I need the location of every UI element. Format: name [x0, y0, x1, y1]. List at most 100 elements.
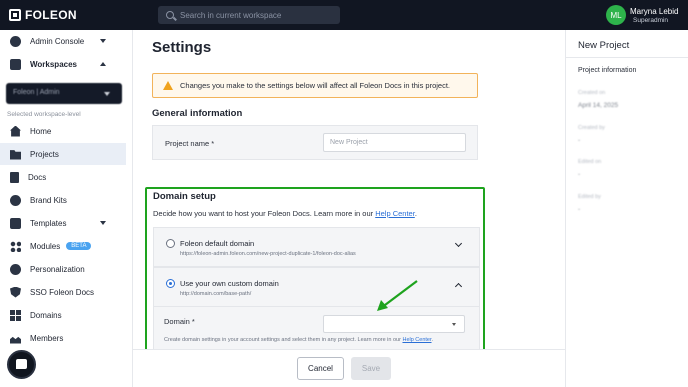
- chevron-down-icon: [100, 39, 106, 43]
- top-bar: FOLEON Search in current workspace ML Ma…: [0, 0, 688, 30]
- option-custom-title: Use your own custom domain: [180, 279, 279, 288]
- created-by-value: -: [578, 137, 581, 144]
- user-role: Superadmin: [633, 16, 669, 24]
- domain-help-text-end: .: [431, 337, 434, 343]
- sidebar-item-projects[interactable]: Projects: [0, 143, 126, 165]
- sidebar-item-label: Docs: [28, 172, 47, 182]
- sidebar-item-members[interactable]: Members: [0, 327, 126, 349]
- sidebar-item-brand-kits[interactable]: Brand Kits: [0, 189, 126, 211]
- sidebar-item-label: SSO Foleon Docs: [30, 287, 95, 297]
- workspaces-icon: [10, 58, 21, 70]
- created-on-label: Created on: [578, 90, 606, 96]
- option-default-title: Foleon default domain: [180, 239, 255, 248]
- foleon-logo[interactable]: FOLEON: [9, 8, 77, 22]
- modules-icon: [10, 240, 21, 252]
- panel-divider: [566, 57, 688, 58]
- sidebar-item-docs[interactable]: Docs: [0, 166, 126, 188]
- help-center-link-2[interactable]: Help Center: [402, 337, 431, 343]
- chevron-down-icon: [100, 221, 106, 225]
- edited-by-label: Edited by: [578, 194, 601, 200]
- sidebar-item-label: Members: [30, 333, 64, 343]
- foleon-logo-icon: [9, 9, 21, 21]
- gear-icon: [10, 35, 21, 47]
- workspace-level-label: Selected workspace-level: [7, 111, 81, 118]
- beta-badge: BETA: [66, 242, 92, 250]
- search-input[interactable]: Search in current workspace: [158, 6, 340, 24]
- panel-subtitle: Project information: [578, 67, 637, 74]
- project-name-placeholder: New Project: [330, 139, 368, 146]
- option-default-domain[interactable]: Foleon default domain https://foleon-adm…: [153, 227, 480, 267]
- workspace-select[interactable]: Foleon | Admin: [6, 83, 122, 104]
- domain-setup-heading: Domain setup: [153, 191, 216, 202]
- project-info-panel: New Project Project information Created …: [565, 30, 688, 387]
- project-name-label: Project name *: [165, 139, 215, 148]
- cancel-button[interactable]: Cancel: [297, 357, 344, 380]
- page-title: Settings: [152, 39, 212, 56]
- domains-icon: [10, 309, 21, 321]
- domain-subtitle-text: Decide how you want to host your Foleon …: [153, 209, 376, 218]
- sidebar-item-label: Brand Kits: [30, 195, 67, 205]
- template-icon: [10, 217, 21, 229]
- chevron-down-icon: [104, 92, 110, 96]
- help-center-link[interactable]: Help Center: [375, 209, 415, 218]
- created-by-label: Created by: [578, 125, 605, 131]
- chat-launcher-button[interactable]: [7, 350, 36, 379]
- radio-custom-domain[interactable]: [166, 279, 175, 288]
- option-divider: [154, 306, 479, 307]
- chevron-down-icon[interactable]: [454, 239, 463, 248]
- main-content: Settings Changes you make to the setting…: [133, 30, 565, 387]
- sidebar-item-modules[interactable]: Modules BETA: [0, 235, 126, 257]
- save-button[interactable]: Save: [351, 357, 391, 380]
- general-information-heading: General information: [152, 108, 243, 119]
- sidebar-item-label: Workspaces: [30, 59, 77, 69]
- sidebar-item-label: Personalization: [30, 264, 85, 274]
- sidebar-item-label: Domains: [30, 310, 62, 320]
- sidebar: Admin Console Workspaces Foleon | Admin …: [0, 30, 133, 387]
- warning-banner: Changes you make to the settings below w…: [152, 73, 478, 98]
- user-name: Maryna Lebid: [630, 6, 679, 16]
- domain-setup-subtitle: Decide how you want to host your Foleon …: [153, 209, 417, 218]
- sidebar-item-label: Templates: [30, 218, 67, 228]
- general-information-card: Project name * New Project: [152, 125, 478, 160]
- logo-text: FOLEON: [25, 8, 77, 22]
- avatar: ML: [606, 5, 626, 25]
- doc-icon: [10, 171, 19, 183]
- option-default-url: https://foleon-admin.foleon.com/new-proj…: [180, 251, 356, 257]
- search-placeholder: Search in current workspace: [180, 10, 282, 20]
- edited-on-value: -: [578, 171, 581, 178]
- sidebar-item-personalization[interactable]: Personalization: [0, 258, 126, 280]
- edited-on-label: Edited on: [578, 159, 602, 165]
- sidebar-item-home[interactable]: Home: [0, 120, 126, 142]
- warning-text: Changes you make to the settings below w…: [180, 81, 450, 90]
- chevron-down-icon: [452, 323, 456, 326]
- domain-field-label: Domain *: [164, 317, 195, 326]
- edited-by-value: -: [578, 206, 581, 213]
- person-icon: [10, 263, 21, 275]
- project-name-field[interactable]: New Project: [323, 133, 466, 152]
- shield-icon: [10, 286, 21, 298]
- footer-actions: Cancel Save: [133, 349, 565, 387]
- workspace-select-value: Foleon | Admin: [13, 89, 60, 96]
- sidebar-item-label: Modules: [30, 241, 61, 251]
- option-custom-url: http://domain.com/base-path/: [180, 291, 252, 297]
- chevron-up-icon[interactable]: [454, 282, 463, 291]
- sidebar-item-domains[interactable]: Domains: [0, 304, 126, 326]
- sidebar-item-sso[interactable]: SSO Foleon Docs: [0, 281, 126, 303]
- sidebar-item-label: Home: [30, 126, 52, 136]
- sidebar-admin-console[interactable]: Admin Console: [0, 30, 126, 52]
- home-icon: [10, 125, 21, 137]
- search-icon: [166, 11, 174, 19]
- sidebar-item-label: Admin Console: [30, 36, 85, 46]
- annotation-arrow-icon: [377, 280, 418, 311]
- created-on-value: April 14, 2025: [578, 102, 619, 109]
- warning-icon: [163, 81, 173, 90]
- sidebar-item-templates[interactable]: Templates: [0, 212, 126, 234]
- sidebar-item-label: Projects: [30, 149, 59, 159]
- radio-default-domain[interactable]: [166, 239, 175, 248]
- folder-icon: [10, 150, 21, 160]
- user-menu[interactable]: ML Maryna Lebid Superadmin: [606, 5, 678, 25]
- panel-title: New Project: [578, 40, 630, 51]
- sidebar-workspaces[interactable]: Workspaces: [0, 53, 126, 75]
- domain-select[interactable]: [323, 315, 465, 333]
- palette-icon: [10, 194, 21, 206]
